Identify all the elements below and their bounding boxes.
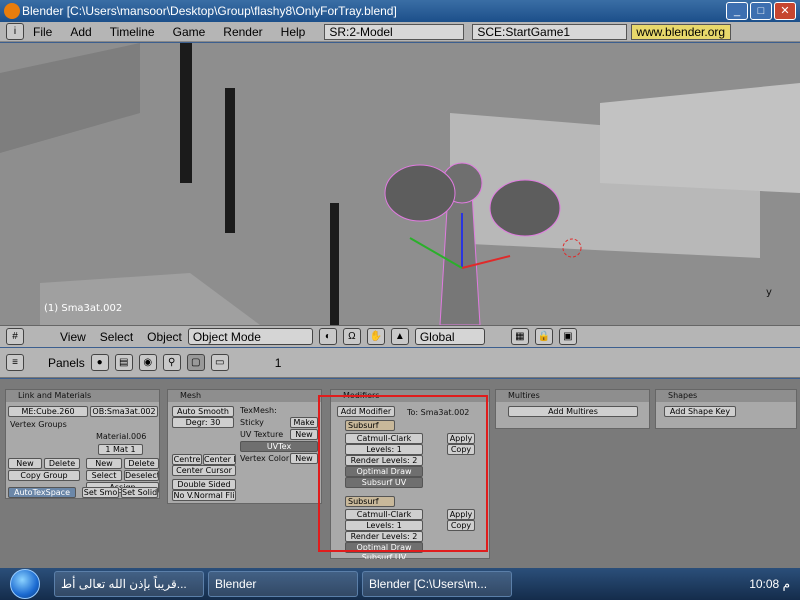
blender-url[interactable]: www.blender.org (631, 23, 732, 40)
texmesh-label: TexMesh: (240, 406, 277, 415)
menu-object[interactable]: Object (147, 330, 182, 344)
script-icon[interactable]: ▤ (114, 354, 133, 371)
rotate-icon[interactable]: ▲ (390, 328, 409, 345)
double-sided-button[interactable]: Double Sided (172, 479, 236, 490)
logic-icon[interactable]: ● (90, 354, 109, 371)
copy-group-button[interactable]: Copy Group (8, 470, 80, 481)
3d-viewport[interactable]: (1) Sma3at.002 y (0, 43, 800, 325)
editing-icon[interactable]: ▢ (186, 354, 205, 371)
mesh-name-field[interactable]: ME:Cube.260 (8, 406, 88, 417)
menu-item-help[interactable]: Help (272, 25, 315, 39)
frame-field[interactable]: 1 (275, 356, 345, 370)
draw-type-icon[interactable]: ◐ (318, 328, 337, 345)
panel-title[interactable]: Multires (496, 390, 649, 402)
sticky-label: Sticky (240, 418, 264, 427)
vcol-new-button[interactable]: New (290, 453, 318, 464)
hand-icon[interactable]: ✋ (366, 328, 385, 345)
set-smooth-button[interactable]: Set Smo (82, 487, 119, 498)
title-bar: Blender [C:\Users\mansoor\Desktop\Group\… (0, 0, 800, 22)
vgroup-delete-button[interactable]: Delete (44, 458, 80, 469)
center-new-button[interactable]: Center Ne (203, 454, 236, 465)
menu-view[interactable]: View (60, 330, 86, 344)
material-label: Material.006 (96, 432, 147, 441)
panel-link-materials: Link and Materials ME:Cube.260 OB:Sma3at… (5, 389, 160, 499)
taskbar-item-blender[interactable]: Blender (208, 571, 358, 597)
menu-item-render[interactable]: Render (214, 25, 271, 39)
panels-label[interactable]: Panels (48, 356, 85, 370)
panel-title[interactable]: Mesh (168, 390, 321, 402)
menu-select[interactable]: Select (100, 330, 133, 344)
screen-selector[interactable]: SR:2-Model (324, 23, 465, 40)
panel-mesh: Mesh Auto Smooth Degr: 30 TexMesh: Stick… (167, 389, 322, 504)
centre-button[interactable]: Centre (172, 454, 202, 465)
buttons-editor-icon[interactable]: ≡ (6, 354, 24, 371)
start-button[interactable] (0, 568, 50, 600)
axis-y-label: y (766, 287, 772, 298)
vgroup-new-button[interactable]: New (8, 458, 42, 469)
lock-icon[interactable]: 🔒 (534, 328, 553, 345)
viewport-toolbar: # View Select Object Object Mode ◐ Ω ✋ ▲… (0, 325, 800, 347)
sticky-make-button[interactable]: Make (290, 417, 318, 428)
object-label: (1) Sma3at.002 (44, 303, 123, 314)
autotexspace-button[interactable]: AutoTexSpace (8, 487, 76, 498)
center-cursor-button[interactable]: Center Cursor (172, 465, 236, 476)
scene-render (0, 43, 800, 325)
vertex-color-label: Vertex Color (240, 454, 290, 463)
add-multires-button[interactable]: Add Multires (508, 406, 638, 417)
minimize-button[interactable]: _ (726, 2, 748, 20)
object-name-field[interactable]: OB:Sma3at.002 (90, 406, 158, 417)
menu-bar: i File Add Timeline Game Render Help SR:… (0, 22, 800, 42)
mat-deselect-button[interactable]: Deselect (124, 470, 159, 481)
mat-index-field[interactable]: 1 Mat 1 (98, 444, 143, 455)
mode-dropdown[interactable]: Object Mode (187, 328, 313, 345)
uv-new-button[interactable]: New (290, 429, 318, 440)
editor-type-icon[interactable]: # (6, 328, 24, 345)
degr-field[interactable]: Degr: 30 (172, 417, 234, 428)
panel-multires: Multires Add Multires (495, 389, 650, 429)
add-shape-key-button[interactable]: Add Shape Key (664, 406, 736, 417)
mat-new-button[interactable]: New (86, 458, 122, 469)
menu-item-file[interactable]: File (24, 25, 61, 39)
no-vnormal-flip-button[interactable]: No V.Normal Fli (172, 490, 236, 501)
panel-title[interactable]: Link and Materials (6, 390, 159, 402)
window-title: Blender [C:\Users\mansoor\Desktop\Group\… (22, 4, 397, 18)
maximize-button[interactable]: □ (750, 2, 772, 20)
panel-shapes: Shapes Add Shape Key (655, 389, 797, 429)
shading-icon[interactable]: ◉ (138, 354, 157, 371)
blender-logo-icon (4, 3, 20, 19)
windows-orb-icon (10, 569, 40, 599)
uv-texture-label: UV Texture (240, 430, 284, 439)
taskbar-item-blender-file[interactable]: Blender [C:\Users\m... (362, 571, 512, 597)
orientation-dropdown[interactable]: Global (414, 328, 485, 345)
scene-selector[interactable]: SCE:StartGame1 (472, 23, 628, 40)
buttons-header: ≡ Panels ● ▤ ◉ ⚲ ▢ ▭ 1 (0, 348, 800, 378)
pivot-icon[interactable]: Ω (342, 328, 361, 345)
mat-select-button[interactable]: Select (86, 470, 122, 481)
taskbar-item-browser[interactable]: قريباً بإذن الله تعالى أط... (54, 571, 204, 597)
close-button[interactable]: ✕ (774, 2, 796, 20)
clock[interactable]: 10:08 م (749, 577, 790, 591)
uvtex-field[interactable]: UVTex (240, 441, 318, 452)
menu-item-add[interactable]: Add (61, 25, 100, 39)
scene-icon[interactable]: ▭ (210, 354, 229, 371)
taskbar: قريباً بإذن الله تعالى أط... Blender Ble… (0, 568, 800, 600)
highlight-box (318, 395, 488, 552)
menu-item-game[interactable]: Game (164, 25, 215, 39)
layers-icon[interactable]: ▦ (510, 328, 529, 345)
render-icon[interactable]: ▣ (558, 328, 577, 345)
subsurf-uv-toggle[interactable]: Subsurf UV (345, 553, 423, 559)
object-icon[interactable]: ⚲ (162, 354, 181, 371)
auto-smooth-button[interactable]: Auto Smooth (172, 406, 234, 417)
menu-item-timeline[interactable]: Timeline (101, 25, 164, 39)
mat-delete-button[interactable]: Delete (124, 458, 159, 469)
vertex-groups-label: Vertex Groups (10, 420, 67, 429)
panel-title[interactable]: Shapes (656, 390, 796, 402)
set-solid-button[interactable]: Set Solid (121, 487, 158, 498)
window-type-icon[interactable]: i (6, 23, 24, 40)
